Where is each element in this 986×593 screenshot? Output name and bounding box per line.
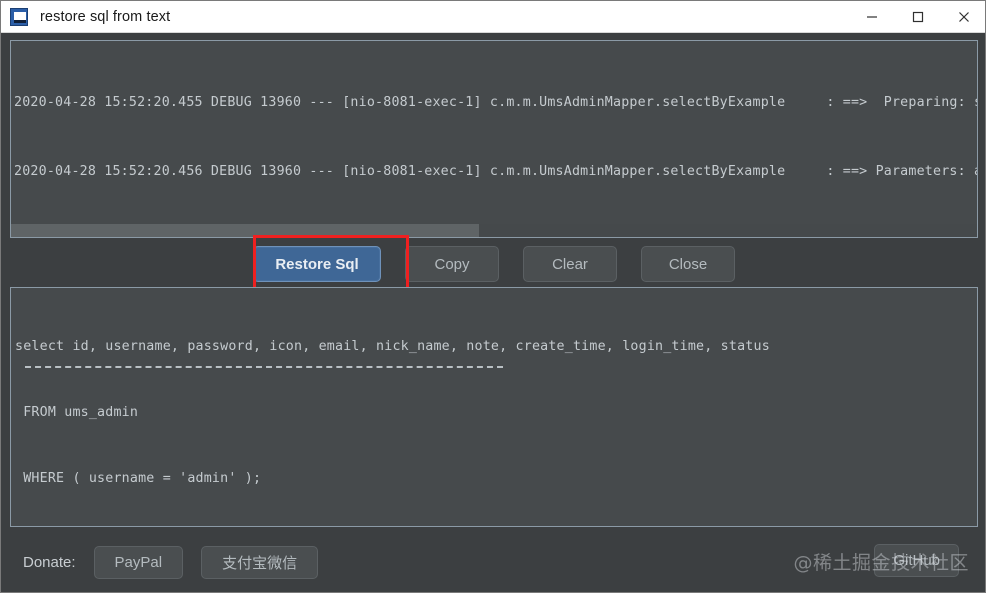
donate-label: Donate:	[23, 553, 76, 571]
sql-line: WHERE ( username = 'admin' );	[15, 471, 262, 486]
log-output-text: 2020-04-28 15:52:20.455 DEBUG 13960 --- …	[14, 45, 978, 237]
restore-sql-window: restore sql from text 2020-04-28 15:52:2…	[0, 0, 986, 593]
close-button[interactable]: Close	[641, 246, 735, 282]
copy-button[interactable]: Copy	[405, 246, 499, 282]
log-line: 2020-04-28 15:52:20.455 DEBUG 13960 --- …	[14, 95, 978, 110]
watermark-text: @稀土掘金技术社区	[793, 552, 969, 574]
restore-sql-button[interactable]: Restore Sql	[253, 246, 381, 282]
sql-line: select id, username, password, icon, ema…	[15, 339, 770, 354]
window-controls	[849, 1, 985, 33]
sql-line: FROM ums_admin	[15, 405, 139, 420]
clear-button[interactable]: Clear	[523, 246, 617, 282]
window-title: restore sql from text	[40, 8, 171, 25]
log-horizontal-scrollbar[interactable]	[11, 224, 977, 237]
log-output-panel[interactable]: 2020-04-28 15:52:20.455 DEBUG 13960 --- …	[10, 40, 978, 238]
log-scrollbar-thumb[interactable]	[11, 224, 479, 237]
paypal-button[interactable]: PayPal	[93, 545, 184, 579]
close-icon[interactable]	[941, 1, 985, 33]
sql-result-text: select id, username, password, icon, ema…	[15, 292, 973, 526]
alipay-wechat-button[interactable]: 支付宝微信	[201, 545, 319, 579]
intellij-idea-icon	[10, 7, 28, 26]
minimize-icon[interactable]	[849, 1, 895, 33]
maximize-icon[interactable]	[895, 1, 941, 33]
sql-separator-rule	[25, 366, 503, 368]
log-line: 2020-04-28 15:52:20.456 DEBUG 13960 --- …	[14, 164, 978, 179]
action-button-row: Restore Sql Copy Clear Close	[1, 244, 985, 284]
title-bar: restore sql from text	[1, 1, 985, 33]
sql-result-panel[interactable]: select id, username, password, icon, ema…	[10, 287, 978, 527]
